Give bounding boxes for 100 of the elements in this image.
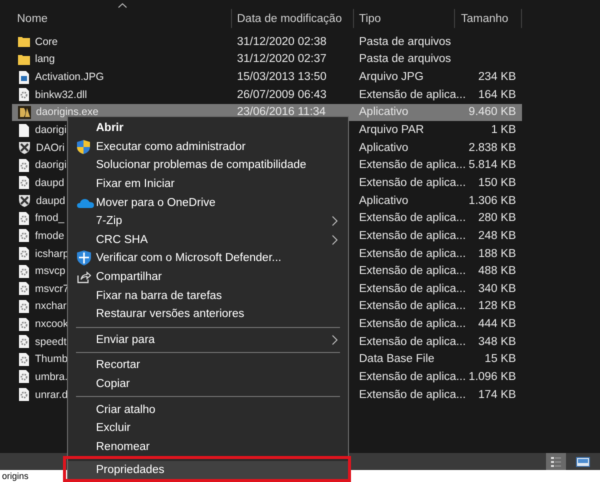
- file-name[interactable]: Core: [35, 36, 58, 48]
- shield-icon: [77, 140, 90, 154]
- file-size: 164 KB: [478, 88, 516, 101]
- file-size: 174 KB: [478, 388, 516, 401]
- column-header[interactable]: Data de modificação: [237, 12, 342, 24]
- modified-date: 15/03/2013 13:50: [237, 71, 327, 84]
- file-size: 9.460 KB: [468, 106, 516, 118]
- modified-date: 23/06/2016 11:34: [237, 106, 326, 118]
- menu-item[interactable]: Renomear: [68, 438, 348, 456]
- file-name[interactable]: lang: [35, 53, 55, 66]
- file-name[interactable]: Thumb: [35, 353, 68, 366]
- menu-item[interactable]: Compartilhar: [68, 268, 348, 286]
- file-type: Aplicativo: [359, 194, 408, 207]
- file-size: 248 KB: [478, 230, 516, 242]
- column-header[interactable]: Tipo: [359, 12, 381, 24]
- menu-item[interactable]: Executar como administrador: [68, 138, 348, 156]
- menu-item[interactable]: Fixar na barra de tarefas: [68, 286, 348, 305]
- settings-file-icon: [18, 88, 30, 102]
- share-icon: [77, 270, 91, 284]
- menu-item[interactable]: CRC SHA: [68, 230, 348, 250]
- file-type: Extensão de aplica...: [359, 248, 466, 260]
- file-icon: [18, 124, 30, 137]
- menu-item[interactable]: Copiar: [68, 374, 348, 394]
- menu-item[interactable]: Enviar para: [68, 330, 348, 350]
- list-icon: [550, 456, 562, 468]
- file-type: Extensão de aplica...: [359, 212, 466, 224]
- menu-item[interactable]: Abrir: [68, 119, 348, 138]
- file-type: Extensão de aplica...: [359, 370, 466, 383]
- window-icon: [576, 456, 590, 468]
- file-size: 150 KB: [478, 176, 516, 189]
- details-view-button[interactable]: [546, 453, 566, 470]
- settings-file-icon: [18, 176, 30, 190]
- menu-item[interactable]: Fixar em Iniciar: [68, 174, 348, 194]
- settings-file-icon: [18, 229, 30, 242]
- file-size: 1 KB: [491, 124, 516, 136]
- menu-item[interactable]: Propriedades: [68, 461, 348, 480]
- menu-item[interactable]: Excluir: [68, 418, 348, 438]
- crest-icon: [18, 141, 31, 154]
- file-size: 340 KB: [478, 282, 516, 295]
- file-name[interactable]: msvcp: [35, 265, 66, 278]
- image-file-icon: [18, 70, 30, 84]
- chevron-icon: [332, 334, 338, 345]
- file-name[interactable]: DAOri: [36, 142, 65, 154]
- file-size: 1.306 KB: [468, 194, 516, 207]
- file-name[interactable]: msvcr7: [35, 282, 69, 295]
- modified-date: 31/12/2020 02:38: [237, 36, 327, 48]
- menu-item[interactable]: Criar atalho: [68, 400, 348, 419]
- file-name[interactable]: binkw32.dll: [35, 88, 87, 101]
- menu-item[interactable]: Verificar com o Microsoft Defender...: [68, 249, 348, 268]
- settings-file-icon: [18, 264, 30, 278]
- file-type: Pasta de arquivos: [359, 36, 452, 48]
- file-type: Data Base File: [359, 353, 434, 366]
- menu-item[interactable]: Restaurar versões anteriores: [68, 304, 348, 324]
- file-type: Extensão de aplica...: [359, 282, 466, 295]
- file-name[interactable]: fmode: [35, 230, 64, 242]
- file-type: Arquivo PAR: [359, 124, 424, 136]
- file-name[interactable]: umbra.: [35, 370, 68, 383]
- file-name[interactable]: nxchar: [35, 300, 67, 312]
- file-type: Aplicativo: [359, 142, 408, 154]
- menu-item[interactable]: Solucionar problemas de compatibilidade: [68, 156, 348, 175]
- menu-item[interactable]: 7-Zip: [68, 212, 348, 231]
- folder-icon: [18, 35, 30, 48]
- modified-date: 31/12/2020 02:37: [237, 53, 327, 66]
- settings-file-icon: [18, 352, 30, 366]
- file-name[interactable]: daorigi: [35, 124, 67, 136]
- file-size: 444 KB: [478, 318, 516, 330]
- file-type: Extensão de aplica...: [359, 388, 466, 401]
- file-type: Aplicativo: [359, 106, 408, 118]
- file-name[interactable]: daupd: [36, 194, 66, 207]
- file-size: 128 KB: [478, 300, 516, 312]
- file-size: 15 KB: [484, 353, 516, 366]
- file-name[interactable]: nxcook: [35, 318, 68, 330]
- file-type: Arquivo JPG: [359, 71, 424, 84]
- file-size: 188 KB: [478, 248, 516, 260]
- file-name[interactable]: unrar.d: [35, 388, 68, 401]
- background-text: origins: [1, 471, 29, 482]
- file-name[interactable]: fmod_: [35, 212, 64, 224]
- file-name[interactable]: daorigins.exe: [36, 106, 98, 118]
- column-header[interactable]: Nome: [17, 12, 48, 24]
- settings-file-icon: [18, 388, 30, 402]
- settings-file-icon: [18, 158, 30, 172]
- file-name[interactable]: daupd: [35, 176, 64, 189]
- settings-file-icon: [18, 300, 30, 313]
- file-name[interactable]: Activation.JPG: [35, 71, 104, 84]
- file-name[interactable]: speedt: [35, 336, 67, 348]
- file-name[interactable]: daorigi: [35, 159, 67, 172]
- file-type: Extensão de aplica...: [359, 336, 466, 348]
- file-size: 5.814 KB: [468, 159, 516, 172]
- file-type: Extensão de aplica...: [359, 318, 466, 330]
- column-header[interactable]: Tamanho: [461, 12, 508, 24]
- file-type: Extensão de aplica...: [359, 265, 466, 278]
- chevron-icon: [332, 234, 338, 245]
- settings-file-icon: [18, 247, 30, 260]
- settings-file-icon: [18, 212, 30, 225]
- file-size: 2.838 KB: [468, 142, 516, 154]
- chevron-icon: [332, 216, 338, 226]
- shield-icon: [77, 250, 91, 266]
- menu-item[interactable]: Mover para o OneDrive: [68, 193, 348, 212]
- settings-file-icon: [18, 318, 30, 331]
- menu-item[interactable]: Recortar: [68, 356, 348, 375]
